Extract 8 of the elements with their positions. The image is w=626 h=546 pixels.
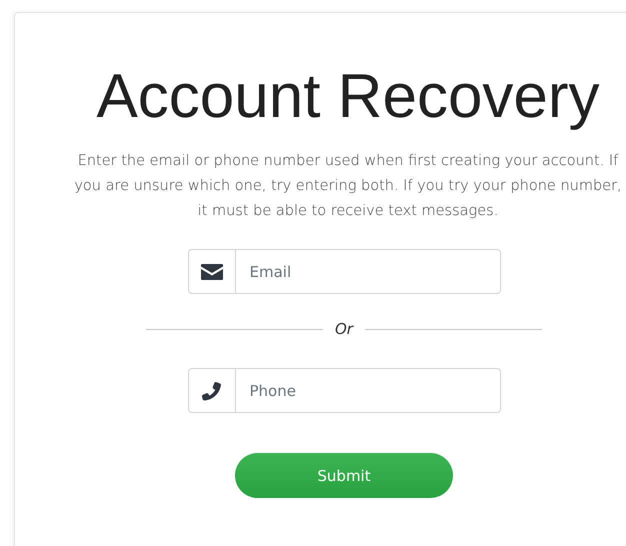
- submit-button[interactable]: Submit: [235, 453, 453, 498]
- page-title: Account Recovery: [96, 61, 600, 133]
- phone-icon: [202, 380, 222, 400]
- phone-field[interactable]: Phone: [234, 368, 500, 413]
- email-field[interactable]: Email: [234, 249, 500, 294]
- description-text: Enter the email or phone number used when first creating your account. If you are unsure which one, try entering both. If you try your phone number, it must be able to receive text messages.: [73, 152, 623, 221]
- or-separator: Or: [335, 320, 353, 338]
- envelope-icon: [200, 264, 222, 280]
